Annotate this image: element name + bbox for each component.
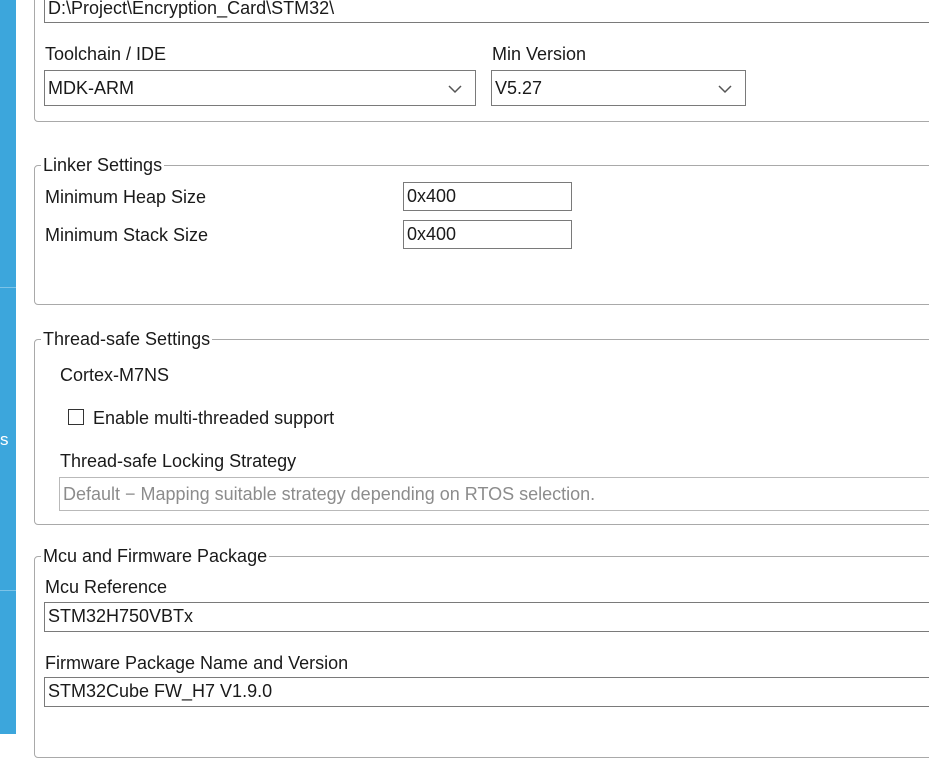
sidebar-divider xyxy=(0,590,16,591)
chevron-down-icon xyxy=(448,85,462,94)
toolchain-select[interactable]: MDK-ARM xyxy=(44,70,476,106)
mcu-reference-label: Mcu Reference xyxy=(45,577,168,597)
min-version-select[interactable]: V5.27 xyxy=(491,70,746,106)
sidebar: s xyxy=(0,0,16,734)
project-location-field[interactable]: D:\Project\Encryption_Card\STM32\ xyxy=(44,0,929,23)
sidebar-divider xyxy=(0,287,16,288)
mcu-reference-field[interactable]: STM32H750VBTx xyxy=(44,602,929,632)
core-label: Cortex-M7NS xyxy=(60,365,170,385)
firmware-package-field[interactable]: STM32Cube FW_H7 V1.9.0 xyxy=(44,677,929,707)
stack-size-label: Minimum Stack Size xyxy=(45,225,209,245)
min-version-label: Min Version xyxy=(492,44,587,64)
stack-size-input[interactable]: 0x400 xyxy=(403,220,572,249)
multithread-checkbox[interactable] xyxy=(68,409,84,425)
thread-safe-settings-title: Thread-safe Settings xyxy=(41,328,213,350)
firmware-package-label: Firmware Package Name and Version xyxy=(45,653,349,673)
mcu-firmware-title: Mcu and Firmware Package xyxy=(41,545,270,567)
chevron-down-icon xyxy=(718,85,732,94)
sidebar-tab-label[interactable]: s xyxy=(0,430,9,450)
toolchain-label: Toolchain / IDE xyxy=(45,44,167,64)
linker-settings-title: Linker Settings xyxy=(41,154,165,176)
locking-strategy-label: Thread-safe Locking Strategy xyxy=(60,451,297,471)
toolchain-select-value: MDK-ARM xyxy=(48,78,134,98)
locking-strategy-field: Default − Mapping suitable strategy depe… xyxy=(59,477,929,511)
heap-size-label: Minimum Heap Size xyxy=(45,187,207,207)
heap-size-input[interactable]: 0x400 xyxy=(403,182,572,211)
min-version-select-value: V5.27 xyxy=(495,78,543,98)
multithread-checkbox-label[interactable]: Enable multi-threaded support xyxy=(93,407,334,429)
